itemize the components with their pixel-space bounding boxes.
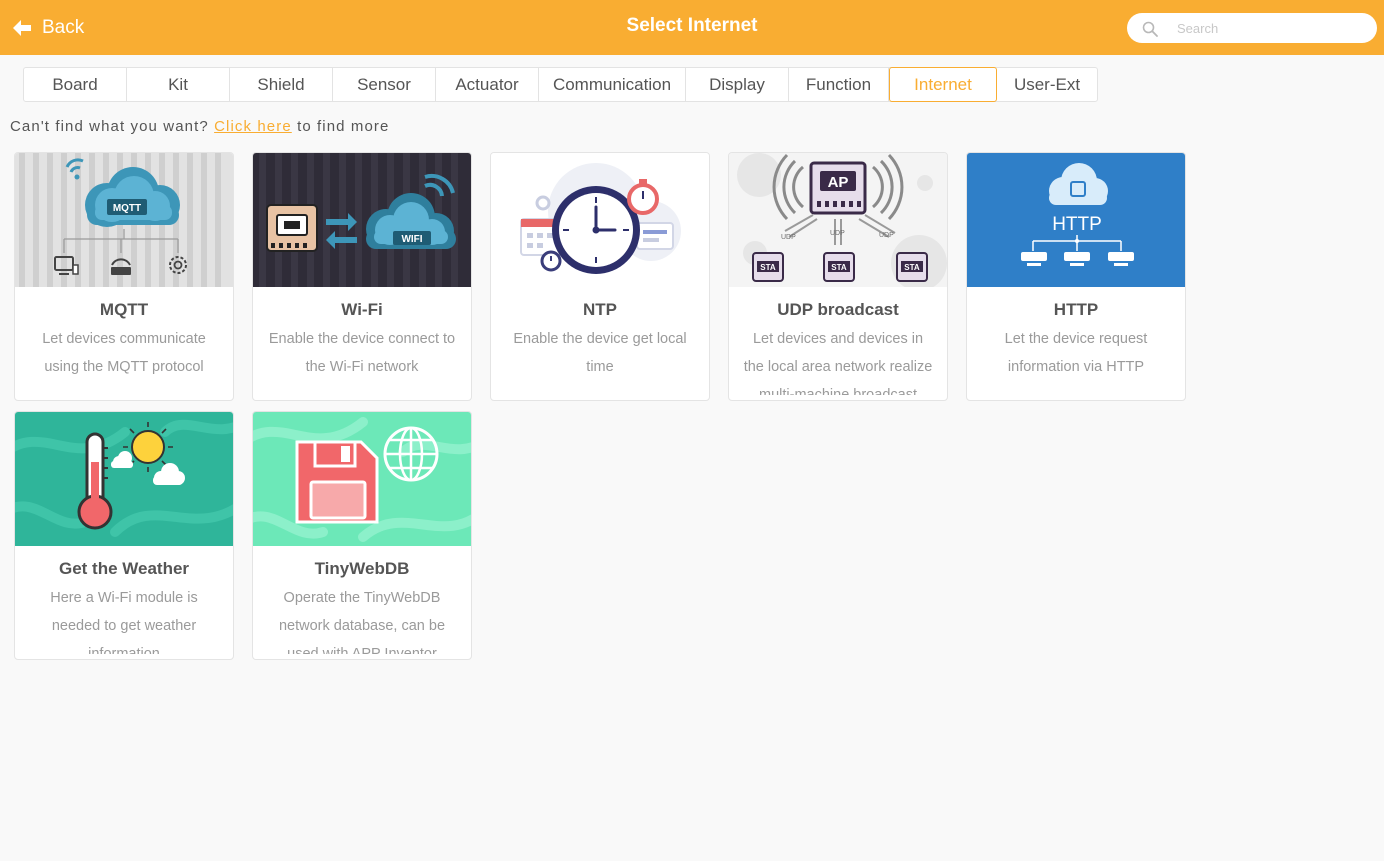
wifi-image-label: WIFI [401, 234, 422, 245]
card-image: MQTT [15, 153, 233, 287]
find-more-hint: Can't find what you want? Click here to … [10, 118, 389, 135]
sta-image-label: STA [904, 263, 920, 272]
sta-node: STA [752, 252, 784, 282]
card-image: HTTP [967, 153, 1185, 287]
card-description: Let devices communicate using the MQTT p… [42, 331, 206, 375]
search-input[interactable] [1177, 18, 1362, 38]
clock-icon [491, 153, 709, 287]
extension-card-get-the-weather[interactable]: Get the Weather Here a Wi-Fi module is n… [14, 411, 234, 660]
card-description: Operate the TinyWebDB network database, … [278, 590, 446, 654]
sta-node: STA [823, 252, 855, 282]
tab-board[interactable]: Board [24, 68, 127, 101]
mqtt-cloud-icon: MQTT [15, 153, 233, 287]
hint-suffix: to find more [297, 118, 390, 135]
card-image [15, 412, 233, 546]
card-image [253, 412, 471, 546]
http-cloud-icon: HTTP [967, 153, 1185, 287]
card-title: Get the Weather [58, 559, 190, 578]
database-icon [253, 412, 471, 546]
tab-actuator[interactable]: Actuator [436, 68, 539, 101]
tab-shield[interactable]: Shield [230, 68, 333, 101]
click-here-link[interactable]: Click here [214, 118, 292, 135]
udp-image-label: UDP [781, 234, 796, 241]
ap-image-label: AP [828, 174, 849, 191]
extension-card-ntp[interactable]: NTP Enable the device get local time [490, 152, 710, 401]
top-bar: Back Select Internet [0, 0, 1384, 55]
extension-card-mqtt[interactable]: MQTT MQTT Let devices communicate using … [14, 152, 234, 401]
search-box[interactable] [1127, 13, 1377, 43]
search-icon [1142, 21, 1158, 37]
wifi-cloud-icon: WIFI [253, 153, 471, 287]
extension-card-udp-broadcast[interactable]: AP UDP UDP UDP STA STA STA UDP broadcast… [728, 152, 948, 401]
extension-card-http[interactable]: HTTP HTTP Let the device request informa… [966, 152, 1186, 401]
udp-image-label: UDP [830, 230, 845, 237]
weather-icon [15, 412, 233, 546]
extension-card-wifi[interactable]: WIFI Wi-Fi Enable the device connect to … [252, 152, 472, 401]
card-image: AP UDP UDP UDP STA STA STA [729, 153, 947, 287]
tab-display[interactable]: Display [686, 68, 789, 101]
card-description: Enable the device connect to the Wi-Fi n… [268, 331, 456, 375]
card-description: Enable the device get local time [513, 331, 687, 375]
mqtt-image-label: MQTT [113, 203, 141, 214]
tab-sensor[interactable]: Sensor [333, 68, 436, 101]
http-image-label: HTTP [1052, 214, 1102, 235]
tab-user-ext[interactable]: User-Ext [997, 68, 1097, 101]
card-title: HTTP [1053, 300, 1099, 319]
card-description: Let the device request information via H… [1004, 331, 1148, 375]
card-title: TinyWebDB [314, 559, 410, 578]
card-title: UDP broadcast [777, 300, 899, 319]
sta-image-label: STA [760, 263, 776, 272]
card-image: WIFI [253, 153, 471, 287]
extension-card-tinywebdb[interactable]: TinyWebDB Operate the TinyWebDB network … [252, 411, 472, 660]
udp-image-label: UDP [879, 232, 894, 239]
sta-node: STA [896, 252, 928, 282]
sta-image-label: STA [831, 263, 847, 272]
ap-broadcast-icon: AP UDP UDP UDP STA STA STA [729, 153, 947, 287]
tab-communication[interactable]: Communication [539, 68, 686, 101]
tab-kit[interactable]: Kit [127, 68, 230, 101]
category-tabs: Board Kit Shield Sensor Actuator Communi… [23, 67, 1098, 102]
tab-internet[interactable]: Internet [889, 67, 997, 102]
card-description: Here a Wi-Fi module is needed to get wea… [50, 590, 198, 654]
tab-function[interactable]: Function [789, 68, 889, 101]
card-title: MQTT [99, 300, 149, 319]
card-title: Wi-Fi [341, 300, 383, 319]
card-description: Let devices and devices in the local are… [743, 331, 933, 395]
card-image [491, 153, 709, 287]
hint-prefix: Can't find what you want? [10, 118, 209, 135]
card-title: NTP [583, 300, 617, 319]
